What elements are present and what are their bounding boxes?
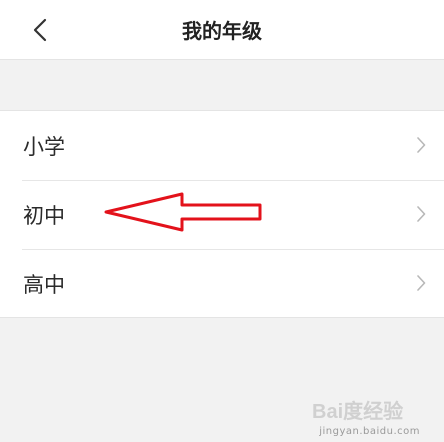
nav-bar: 我的年级 [0,0,444,60]
list-item-primary-school[interactable]: 小学 [0,111,444,180]
list-item-label: 小学 [23,134,65,159]
baidu-jingyan-watermark: Bai度经验 [312,399,403,423]
chevron-right-icon [417,275,426,291]
watermark-url: jingyan.baidu.com [319,426,420,437]
chevron-right-icon [417,137,426,153]
list-item-label: 高中 [23,272,65,297]
list-item-label: 初中 [23,203,65,228]
chevron-right-icon [417,206,426,222]
page-title: 我的年级 [182,19,262,43]
list-item-senior-high[interactable]: 高中 [0,249,444,318]
list-item-junior-high[interactable]: 初中 [0,180,444,249]
watermark-text: Bai度经验 [312,399,403,423]
grade-list: 小学 初中 高中 [0,110,444,318]
